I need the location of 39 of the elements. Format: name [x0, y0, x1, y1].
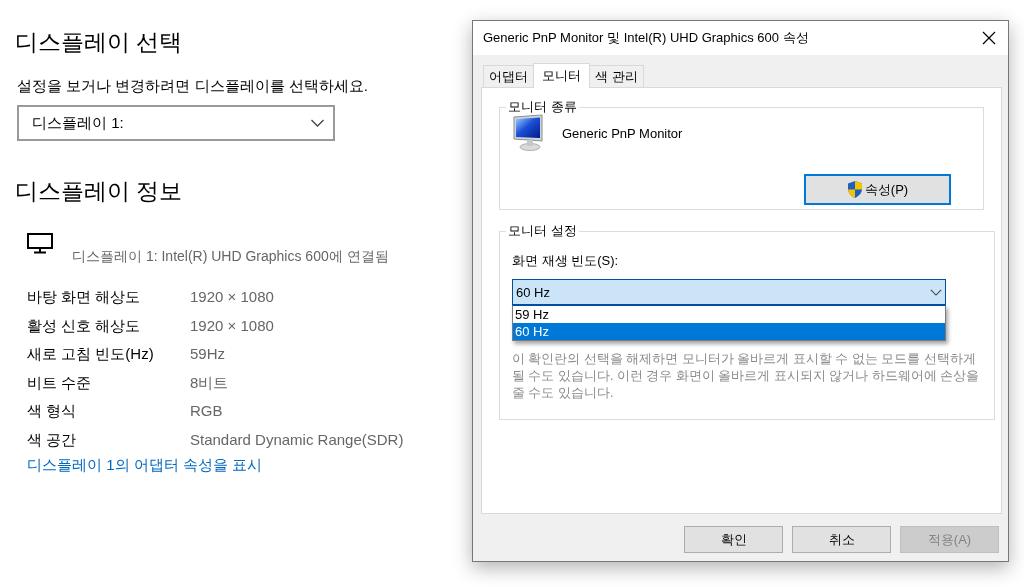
group-label: 모니터 설정 — [507, 222, 578, 240]
chevron-icon — [930, 288, 942, 296]
dropdown-option[interactable]: 60 Hz — [513, 323, 945, 340]
info-value: RGB — [190, 401, 224, 422]
tab[interactable]: 모니터 — [533, 63, 590, 88]
refresh-rate-dropdown[interactable]: 60 Hz — [512, 279, 946, 305]
info-value: 1920 × 1080 — [190, 315, 275, 336]
info-label: 바탕 화면 해상도 — [27, 287, 142, 307]
info-label: 새로 고침 빈도(Hz) — [27, 344, 155, 365]
info-value: 1920 × 1080 — [190, 287, 275, 307]
connection-text: 디스플레이 1: Intel(R) UHD Graphics 600에 연결됨 — [72, 248, 390, 266]
info-label: 비트 수준 — [27, 372, 93, 393]
tab[interactable]: 색 관리 — [589, 65, 644, 87]
properties-button[interactable]: 속성(P) — [804, 174, 951, 205]
tab[interactable]: 어댑터 — [483, 65, 534, 87]
instruction-text: 설정을 보거나 변경하려면 디스플레이를 선택하세요. — [17, 77, 369, 96]
window-title: Generic PnP Monitor 및 Intel(R) UHD Graphics 600 속성 — [483, 29, 809, 47]
monitor-name: Generic PnP Monitor — [562, 125, 683, 141]
dropdown-option[interactable]: 59 Hz — [513, 306, 945, 323]
info-label: 색 형식 — [27, 401, 78, 422]
info-label: 색 공간 — [27, 429, 78, 450]
info-value: 59Hz — [190, 344, 227, 365]
info-value: 8비트 — [190, 372, 230, 393]
chevron-icon — [310, 119, 325, 127]
group-label: 모니터 종류 — [507, 98, 578, 116]
adapter-properties-link[interactable]: 디스플레이 1의 어댑터 속성을 표시 — [27, 455, 262, 475]
dialog-button[interactable]: 취소 — [792, 526, 891, 553]
warning-text: 이 확인란의 선택을 해제하면 모니터가 올바르게 표시할 수 없는 모드를 선택하게 될 수도 있습니다. 이런 경우 화면이 올바르게 표시되지 않거나 하드웨어에 손상을 줄 수도 있습니다. — [512, 351, 981, 402]
monitor-icon — [512, 114, 546, 152]
dialog-button[interactable]: 확인 — [684, 526, 783, 553]
field-label: 화면 재생 빈도(S): — [512, 252, 620, 270]
monitor-icon — [27, 233, 53, 254]
display-dropdown[interactable]: 디스플레이 1: — [17, 105, 335, 141]
close-icon[interactable] — [982, 31, 996, 45]
section-heading: 디스플레이 정보 — [15, 177, 184, 206]
info-value: Standard Dynamic Range(SDR) — [190, 429, 405, 450]
info-label: 활성 신호 해상도 — [27, 315, 142, 336]
section-heading: 디스플레이 선택 — [15, 28, 184, 57]
shield-icon — [846, 180, 863, 199]
